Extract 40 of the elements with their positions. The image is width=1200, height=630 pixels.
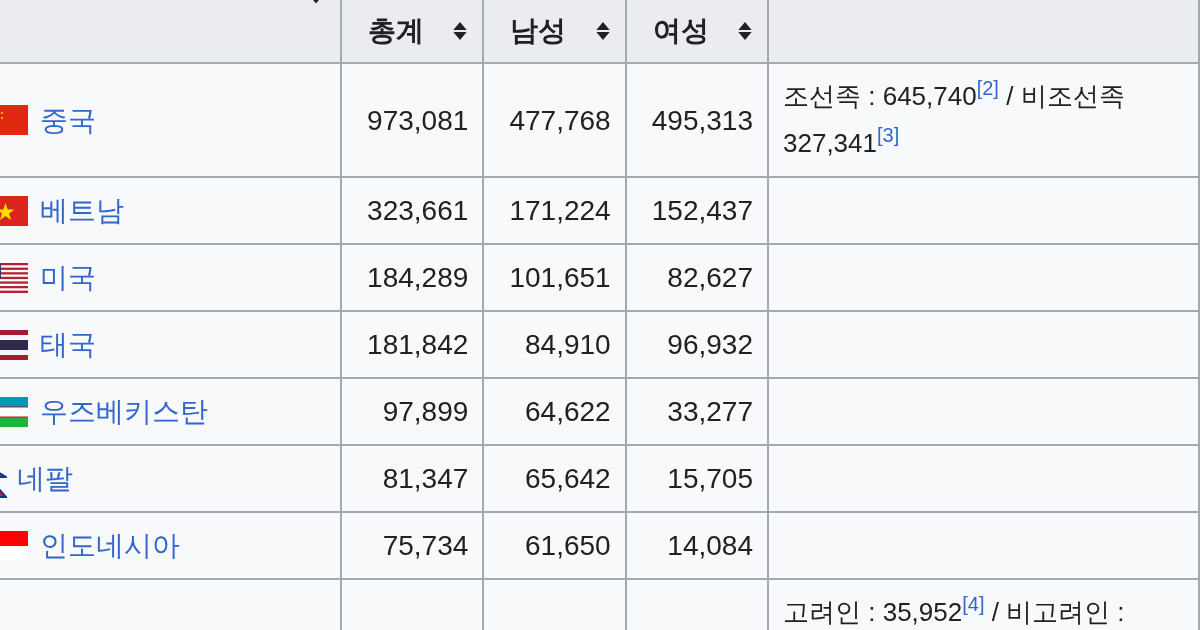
table-cell: 97,899 bbox=[341, 378, 484, 445]
table-cell: 75,734 bbox=[341, 512, 484, 579]
table-cell: 15,705 bbox=[625, 445, 768, 512]
country-link[interactable]: 중국 bbox=[40, 96, 96, 144]
column-header: 남성 bbox=[510, 14, 567, 48]
sort-icon[interactable] bbox=[594, 21, 611, 41]
reference-link[interactable]: [2] bbox=[976, 77, 999, 100]
table-cell: 96,932 bbox=[625, 311, 768, 378]
table-cell: 82,627 bbox=[625, 244, 768, 311]
note-text: / 비고려인 : bbox=[990, 597, 1125, 627]
table-cell: 973,081 bbox=[341, 63, 484, 177]
table-cell: 81,347 bbox=[341, 445, 484, 512]
note-text: 고려인 : 35,952 bbox=[783, 597, 963, 627]
note-text: 327,341 bbox=[783, 128, 877, 158]
country-link[interactable]: 태국 bbox=[40, 321, 96, 368]
table-cell: 14,084 bbox=[625, 512, 768, 579]
reference-link[interactable]: [3] bbox=[877, 124, 900, 147]
country-link[interactable]: 미국 bbox=[40, 254, 96, 301]
table-cell: 152,437 bbox=[625, 177, 768, 244]
table-cell: 495,313 bbox=[625, 63, 768, 177]
sort-icon[interactable] bbox=[452, 21, 469, 41]
note-text: 조선족 : 645,740 bbox=[783, 81, 977, 111]
reference-link[interactable]: [4] bbox=[962, 593, 985, 616]
table-cell: 171,224 bbox=[483, 177, 626, 244]
table-cell: 33,277 bbox=[625, 378, 768, 445]
country-link[interactable]: 네팔 bbox=[17, 455, 73, 502]
table-cell: 61,650 bbox=[483, 512, 626, 579]
table-cell: 64,622 bbox=[483, 378, 626, 445]
table-cell: 101,651 bbox=[483, 244, 626, 311]
sort-icon[interactable] bbox=[737, 21, 753, 41]
table-cell: 181,842 bbox=[341, 311, 484, 378]
table-cell: 323,661 bbox=[341, 177, 484, 244]
column-header: 총계 bbox=[368, 14, 424, 48]
table-cell: 477,768 bbox=[483, 63, 626, 177]
column-header: 여성 bbox=[652, 14, 709, 48]
table-cell: 65,642 bbox=[483, 445, 626, 512]
table-cell: 84,910 bbox=[483, 311, 626, 378]
note-text: / 비조선족 bbox=[1005, 81, 1125, 111]
country-link[interactable]: 베트남 bbox=[40, 187, 124, 234]
table-cell: 184,289 bbox=[341, 244, 484, 311]
